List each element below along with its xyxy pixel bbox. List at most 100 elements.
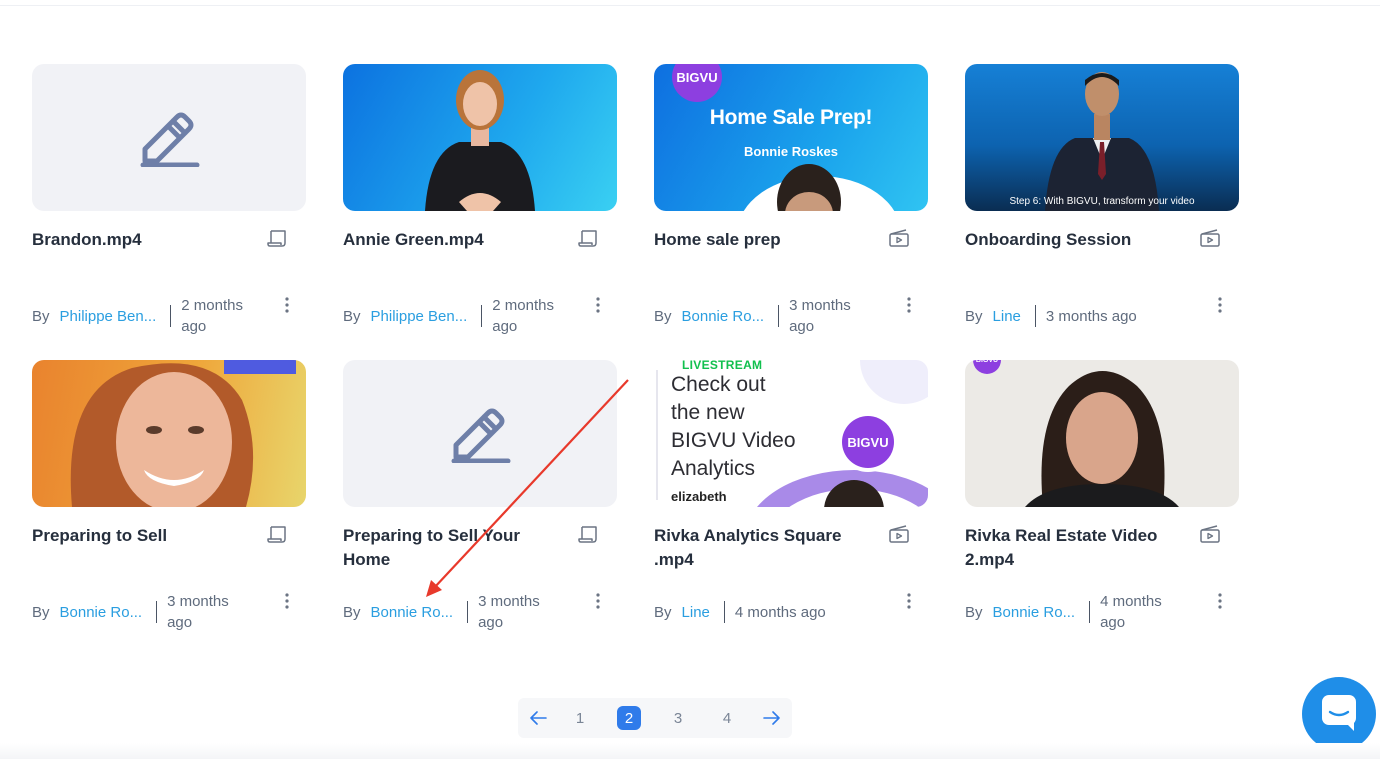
video-card[interactable]: Preparing to Sell By Bonnie Ro... 3 mont… [32, 360, 306, 650]
meta-divider [481, 305, 483, 327]
thumb-line: Check out [671, 373, 766, 396]
author-link[interactable]: Bonnie Ro... [993, 604, 1076, 621]
page-button-2[interactable]: 2 [617, 706, 641, 730]
meta-divider [156, 601, 158, 623]
by-label: By [343, 307, 361, 325]
time-ago: 3 months ago [478, 593, 540, 631]
card-meta: By Line 4 months ago [654, 590, 910, 634]
more-options-icon[interactable] [588, 591, 608, 611]
page-button-3[interactable]: 3 [666, 698, 690, 738]
pencil-icon [451, 408, 511, 463]
more-options-icon[interactable] [1210, 295, 1230, 315]
meta-divider [723, 601, 725, 623]
card-thumbnail[interactable]: LIVESTREAM Check out the new BIGVU Video… [654, 360, 928, 507]
card-meta: By Bonnie Ro... 4 months ago [965, 590, 1221, 634]
script-icon [578, 526, 597, 543]
card-title[interactable]: Annie Green.mp4 [343, 228, 571, 252]
video-card[interactable]: Step 6: With BIGVU, transform your video… [965, 64, 1239, 354]
presenter-image [1025, 371, 1179, 507]
video-caption: Step 6: With BIGVU, transform your video [1009, 196, 1195, 207]
more-options-icon[interactable] [277, 295, 297, 315]
next-page-button[interactable] [760, 698, 784, 738]
meta-divider [1089, 601, 1091, 623]
arrow-right-icon [763, 711, 780, 725]
by-label: By [654, 603, 672, 621]
meta-divider [170, 305, 172, 327]
time-ago: 2 months ago [181, 297, 243, 335]
video-card[interactable]: Brandon.mp4 By Philippe Ben... 2 months … [32, 64, 306, 354]
card-title[interactable]: Home sale prep [654, 228, 882, 252]
time-ago: 2 months ago [492, 297, 554, 335]
card-title[interactable]: Onboarding Session [965, 228, 1193, 252]
video-card[interactable]: Preparing to Sell Your Home By Bonnie Ro… [343, 360, 617, 650]
bigvu-logo: BIGVU [842, 416, 894, 468]
card-title[interactable]: Brandon.mp4 [32, 228, 260, 252]
time-ago: 3 months ago [167, 593, 229, 631]
more-options-icon[interactable] [277, 591, 297, 611]
by-label: By [32, 307, 50, 325]
video-icon [889, 525, 909, 543]
card-meta: By Bonnie Ro... 3 months ago [343, 590, 599, 634]
video-card[interactable]: BIGVU Rivka Real Estate Video 2.mp4 By B… [965, 360, 1239, 650]
time-ago: 3 months ago [789, 297, 851, 335]
video-icon [1200, 229, 1220, 247]
time-ago: 3 months ago [1045, 307, 1137, 325]
page-button-4[interactable]: 4 [715, 698, 739, 738]
card-thumbnail[interactable] [32, 64, 306, 211]
video-grid: Brandon.mp4 By Philippe Ben... 2 months … [0, 0, 1380, 700]
script-icon [267, 230, 286, 247]
more-options-icon[interactable] [899, 295, 919, 315]
script-icon [267, 526, 286, 543]
video-card[interactable]: LIVESTREAM Check out the new BIGVU Video… [654, 360, 928, 650]
time-ago: 4 months ago [1100, 593, 1162, 631]
by-label: By [965, 603, 983, 621]
page-button-1[interactable]: 1 [568, 698, 592, 738]
card-thumbnail[interactable] [32, 360, 306, 507]
script-icon [578, 230, 597, 247]
card-title[interactable]: Rivka Real Estate Video 2.mp4 [965, 524, 1193, 572]
card-thumbnail[interactable]: Step 6: With BIGVU, transform your video [965, 64, 1239, 211]
author-link[interactable]: Philippe Ben... [60, 308, 157, 325]
presenter-image [1045, 72, 1159, 211]
presenter-image [70, 360, 296, 507]
author-link[interactable]: Bonnie Ro... [371, 604, 454, 621]
presenter-image [743, 164, 895, 211]
card-title[interactable]: Preparing to Sell [32, 524, 260, 548]
author-link[interactable]: Philippe Ben... [371, 308, 468, 325]
card-thumbnail[interactable] [343, 360, 617, 507]
bottom-fade [0, 743, 1380, 759]
card-title[interactable]: Rivka Analytics Square .mp4 [654, 524, 882, 572]
author-link[interactable]: Line [993, 308, 1021, 325]
meta-divider [778, 305, 780, 327]
card-thumbnail[interactable]: BIGVU Home Sale Prep! Bonnie Roskes [654, 64, 928, 211]
card-meta: By Philippe Ben... 2 months ago [343, 294, 599, 338]
thumb-line: the new [671, 401, 745, 424]
pagination: 1 2 3 4 [518, 698, 792, 738]
chat-launcher-button[interactable] [1302, 677, 1376, 751]
card-meta: By Line 3 months ago [965, 294, 1221, 338]
meta-divider [467, 601, 469, 623]
card-meta: By Bonnie Ro... 3 months ago [654, 294, 910, 338]
pencil-icon [140, 112, 200, 167]
presenter-image [425, 70, 535, 211]
video-icon [889, 229, 909, 247]
author-link[interactable]: Line [682, 604, 710, 621]
prev-page-button[interactable] [526, 698, 550, 738]
more-options-icon[interactable] [1210, 591, 1230, 611]
thumb-line: Analytics [671, 457, 756, 480]
video-card[interactable]: BIGVU Home Sale Prep! Bonnie Roskes Home… [654, 64, 928, 354]
by-label: By [654, 307, 672, 325]
card-meta: By Philippe Ben... 2 months ago [32, 294, 288, 338]
author-link[interactable]: Bonnie Ro... [60, 604, 143, 621]
author-link[interactable]: Bonnie Ro... [682, 308, 765, 325]
card-thumbnail[interactable]: BIGVU [965, 360, 1239, 507]
more-options-icon[interactable] [588, 295, 608, 315]
by-label: By [343, 603, 361, 621]
thumb-line: BIGVU Video [671, 429, 796, 452]
card-meta: By Bonnie Ro... 3 months ago [32, 590, 288, 634]
arrow-left-icon [530, 711, 547, 725]
card-thumbnail[interactable] [343, 64, 617, 211]
card-title[interactable]: Preparing to Sell Your Home [343, 524, 571, 572]
video-card[interactable]: Annie Green.mp4 By Philippe Ben... 2 mon… [343, 64, 617, 354]
more-options-icon[interactable] [899, 591, 919, 611]
